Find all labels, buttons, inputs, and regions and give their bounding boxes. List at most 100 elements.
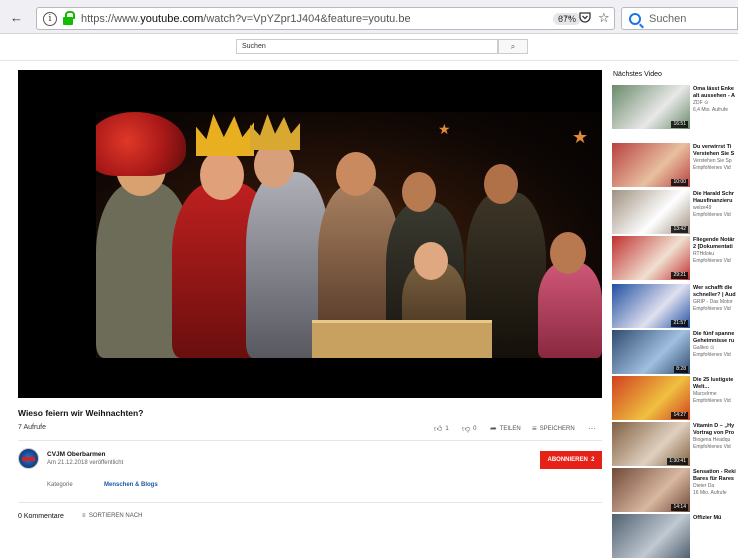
video-thumbnail[interactable]: 13:42 [612, 190, 690, 234]
star-decoration-icon: ★ [438, 121, 451, 137]
publish-date: Am 21.12.2018 veröffentlicht [47, 460, 124, 466]
thumbs-up-icon: 👍︎ [434, 424, 443, 433]
video-thumbnail[interactable]: 16:51 [612, 85, 690, 129]
sort-label: SORTIEREN NACH [88, 513, 143, 519]
browser-search-input[interactable]: Suchen [621, 7, 738, 30]
video-thumbnail[interactable]: 21:57 [612, 284, 690, 328]
video-meta: Empfohlenes Vid [693, 306, 731, 312]
figure-head [484, 164, 518, 204]
red-crown [96, 112, 186, 176]
video-title-line: Die Harald Schr [693, 191, 734, 197]
more-actions-icon[interactable]: ⋯ [560, 11, 572, 24]
video-title-line: schneller? | Aud [693, 292, 736, 298]
recommended-video[interactable]: 13:42 Die Harald Schr Hausfinanzieru welze4… [612, 190, 738, 234]
youtube-search-button[interactable]: ⌕ [498, 39, 528, 54]
video-thumbnail[interactable]: 14:14 [612, 468, 690, 512]
video-player[interactable]: ★ ★ [18, 70, 602, 398]
recommended-video[interactable]: 14:27 Die 25 lustigste Welt... Marcelrme Emp… [612, 376, 738, 420]
search-icon: ⌕ [510, 42, 516, 51]
video-title-line: Welt... [693, 384, 710, 390]
video-thumbnail[interactable]: 10:00 [612, 143, 690, 187]
video-duration: 10:00 [671, 179, 688, 186]
subscriber-count: 2 [591, 457, 595, 463]
recommended-video[interactable]: 10:00 Du verwirrst Ti Verstehen Sie S Verst… [612, 143, 738, 187]
url-prefix: https://www. [81, 12, 141, 25]
video-title-line: Wer schafft die [693, 285, 733, 291]
video-duration: 1:30:41 [667, 458, 688, 465]
playlist-add-icon: ≡ [532, 424, 537, 433]
channel-name[interactable]: GRIP - Das Motor [693, 299, 738, 305]
sort-comments-button[interactable]: ≡ SORTIEREN NACH [82, 513, 142, 519]
subscribe-label: ABONNIEREN [547, 457, 588, 463]
video-title-line: Du verwirrst Ti [693, 144, 732, 150]
url-text[interactable]: https://www.youtube.com/watch?v=VpYZpr1J… [81, 13, 411, 25]
channel-name[interactable]: CVJM Oberbarmen [47, 451, 106, 458]
more-options-button[interactable]: ··· [588, 424, 596, 433]
channel-avatar[interactable] [18, 448, 39, 469]
channel-name[interactable]: Verstehen Sie Sp [693, 158, 738, 164]
channel-name[interactable]: Dieter Da [693, 483, 738, 489]
url-path: /watch?v=VpYZpr1J404&feature=youtu.be [203, 12, 411, 25]
channel-name[interactable]: Marcelrme [693, 391, 738, 397]
channel-name[interactable]: Biogena Headqu [693, 437, 738, 443]
channel-name[interactable]: ZDF ⊙ [693, 100, 738, 106]
pocket-icon[interactable] [579, 11, 591, 25]
up-next-label: Nächstes Video [613, 71, 662, 78]
recommended-video[interactable]: 21:57 Wer schafft die schneller? | Aud GRIP… [612, 284, 738, 328]
video-meta: 6,4 Mio. Aufrufe [693, 107, 729, 113]
video-thumbnail[interactable]: 29:21 [612, 236, 690, 280]
video-thumbnail[interactable] [612, 514, 690, 558]
site-info-icon[interactable]: i [43, 11, 57, 26]
dislike-count: 0 [473, 426, 477, 432]
manger [312, 320, 492, 358]
more-icon: ··· [588, 424, 596, 433]
video-duration: 14:14 [671, 504, 688, 511]
back-arrow-icon[interactable]: ← [10, 11, 23, 24]
video-title-line: Vitamin D – „Hy [693, 423, 735, 429]
recommended-video[interactable]: Offizier Mü [612, 514, 738, 558]
video-meta: 16 Mio. Aufrufe [693, 490, 727, 496]
video-thumbnail[interactable]: 14:27 [612, 376, 690, 420]
channel-name[interactable]: welze49 [693, 205, 738, 211]
address-bar[interactable]: i https://www.youtube.com/watch?v=VpYZpr… [36, 7, 615, 30]
divider [18, 502, 602, 503]
video-duration: 29:21 [671, 272, 688, 279]
video-title-line: Die 25 lustigste [693, 377, 734, 383]
video-thumbnail[interactable]: 1:30:41 [612, 422, 690, 466]
video-thumbnail[interactable]: 8:28 [612, 330, 690, 374]
recommended-video[interactable]: 8:28 Die fünf spanne Geheimnisse ru Galileo… [612, 330, 738, 374]
browser-toolbar: ← i https://www.youtube.com/watch?v=VpYZ… [0, 0, 738, 34]
share-button[interactable]: ➦ TEILEN [490, 424, 521, 433]
divider [18, 440, 602, 441]
video-duration: 13:42 [671, 226, 688, 233]
video-duration: 8:28 [674, 366, 688, 373]
share-label: TEILEN [499, 425, 521, 432]
video-duration: 16:51 [671, 121, 688, 128]
video-title-line: Bares für Rares [693, 476, 734, 482]
subscribe-button[interactable]: ABONNIEREN 2 [540, 451, 602, 469]
save-label: SPEICHERN [539, 425, 575, 432]
save-button[interactable]: ≡ SPEICHERN [532, 424, 575, 433]
video-title-line: alt aussehen - A [693, 93, 735, 99]
like-button[interactable]: 👍︎ 1 [434, 424, 449, 434]
comment-count: 0 Kommentare [18, 513, 64, 520]
video-title-line: Verstehen Sie S [693, 151, 735, 157]
video-title-line: Geheimnisse ru [693, 338, 735, 344]
youtube-search-input[interactable]: Suchen [236, 39, 498, 54]
recommended-video[interactable]: 16:51 Oma lässt Enke alt aussehen - A ZDF ⊙… [612, 85, 738, 129]
category-link[interactable]: Menschen & Blogs [104, 482, 158, 488]
bookmark-star-icon[interactable]: ☆ [598, 11, 610, 24]
channel-name[interactable]: Galileo ⊙ [693, 345, 738, 351]
video-title-line: Fliegende Notär [693, 237, 735, 243]
video-meta: Empfohlenes Vid [693, 212, 731, 218]
lock-icon[interactable] [63, 10, 75, 25]
recommended-video[interactable]: 14:14 Sensation - Reki Bares für Rares Diet… [612, 468, 738, 512]
share-arrow-icon: ➦ [490, 424, 497, 433]
header-divider [0, 60, 738, 61]
dislike-button[interactable]: 👎︎ 0 [462, 424, 476, 434]
video-meta: Empfohlenes Vid [693, 165, 731, 171]
recommended-video[interactable]: 1:30:41 Vitamin D – „Hy Vortrag von Pro Bio… [612, 422, 738, 466]
url-domain: youtube.com [140, 12, 204, 25]
recommended-video[interactable]: 29:21 Fliegende Notär 2 [Dokumentati RTHdok… [612, 236, 738, 280]
channel-name[interactable]: RTHdoku [693, 251, 738, 257]
